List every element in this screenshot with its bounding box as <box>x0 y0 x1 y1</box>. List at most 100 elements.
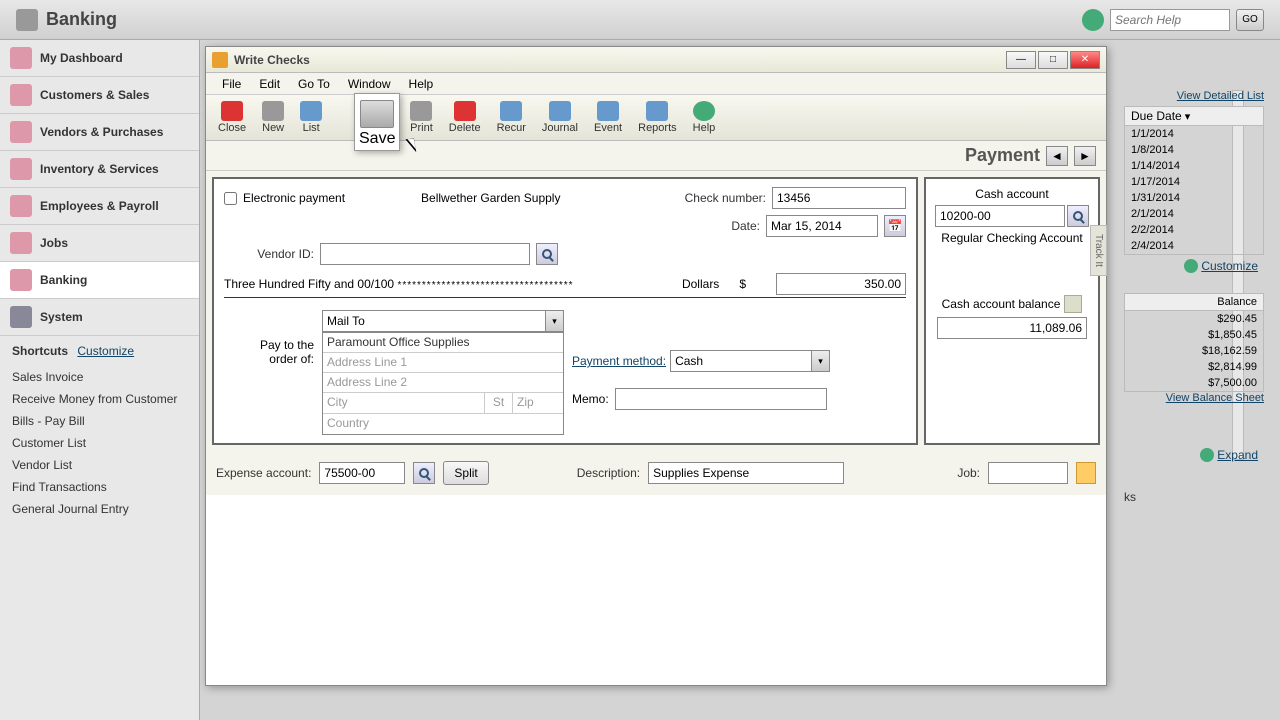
customize-shortcuts-link[interactable]: Customize <box>77 344 134 358</box>
maximize-button[interactable]: □ <box>1038 51 1068 69</box>
tool-recur[interactable]: Recur <box>489 99 534 136</box>
nav-banking[interactable]: Banking <box>0 262 199 299</box>
job-input[interactable] <box>988 462 1068 484</box>
payment-method-label[interactable]: Payment method: <box>572 354 666 368</box>
nav-customers[interactable]: Customers & Sales <box>0 77 199 114</box>
new-icon <box>262 101 284 121</box>
tool-print[interactable]: Print <box>402 99 441 136</box>
tool-new[interactable]: New <box>254 99 292 136</box>
payto-block: Pay to the order of: Mail To Paramount O… <box>224 310 906 435</box>
address1-input[interactable]: Address Line 1 <box>323 353 563 373</box>
track-it-tab[interactable]: Track It <box>1090 225 1107 276</box>
view-detailed-link[interactable]: View Detailed List <box>1124 90 1264 102</box>
nav-vendors[interactable]: Vendors & Purchases <box>0 114 199 151</box>
view-balance-sheet-link[interactable]: View Balance Sheet <box>1124 392 1264 404</box>
save-button[interactable]: Save <box>354 93 400 151</box>
nav-inventory[interactable]: Inventory & Services <box>0 151 199 188</box>
split-button[interactable]: Split <box>443 461 488 485</box>
memo-input[interactable] <box>615 388 827 410</box>
electronic-payment-checkbox[interactable] <box>224 192 237 205</box>
nav-jobs[interactable]: Jobs <box>0 225 199 262</box>
dialog-title: Write Checks <box>234 53 310 67</box>
date-item[interactable]: 1/14/2014 <box>1124 158 1264 174</box>
due-date-header[interactable]: Due Date ▾ <box>1124 106 1264 126</box>
prev-payment-button[interactable]: ◄ <box>1046 146 1068 166</box>
cash-account-lookup[interactable] <box>1067 205 1089 227</box>
nav-dashboard[interactable]: My Dashboard <box>0 40 199 77</box>
shortcut-receive-money[interactable]: Receive Money from Customer <box>0 388 199 410</box>
date-input[interactable] <box>766 215 878 237</box>
vendor-lookup-button[interactable] <box>536 243 558 265</box>
payment-method-select[interactable]: Cash <box>670 350 830 372</box>
date-item[interactable]: 1/8/2014 <box>1124 142 1264 158</box>
minimize-button[interactable]: — <box>1006 51 1036 69</box>
tool-reports[interactable]: Reports <box>630 99 685 136</box>
search-help-input[interactable] <box>1110 9 1230 31</box>
right-panel: View Detailed List Due Date ▾ 1/1/2014 1… <box>1124 90 1264 504</box>
menu-file[interactable]: File <box>214 75 249 93</box>
shortcuts-header: Shortcuts Customize <box>0 336 199 366</box>
cash-account-name: Regular Checking Account <box>932 231 1092 245</box>
shortcut-journal-entry[interactable]: General Journal Entry <box>0 498 199 520</box>
check-number-input[interactable] <box>772 187 906 209</box>
description-input[interactable] <box>648 462 844 484</box>
next-payment-button[interactable]: ► <box>1074 146 1096 166</box>
balance-icon[interactable] <box>1064 295 1082 313</box>
date-item[interactable]: 1/31/2014 <box>1124 190 1264 206</box>
tool-close[interactable]: Close <box>210 99 254 136</box>
date-item[interactable]: 2/4/2014 <box>1124 238 1264 254</box>
menu-bar: File Edit Go To Window Help <box>206 73 1106 95</box>
shortcut-sales-invoice[interactable]: Sales Invoice <box>0 366 199 388</box>
balance-item: $290.45 <box>1124 311 1264 327</box>
state-input[interactable]: St <box>485 393 513 413</box>
go-button[interactable]: GO <box>1236 9 1264 31</box>
payee-input[interactable]: Paramount Office Supplies <box>323 333 563 353</box>
chevron-down-icon <box>545 311 563 331</box>
cash-account-input[interactable] <box>935 205 1065 227</box>
shortcut-bills[interactable]: Bills - Pay Bill <box>0 410 199 432</box>
tool-journal[interactable]: Journal <box>534 99 586 136</box>
tool-delete[interactable]: Delete <box>441 99 489 136</box>
zip-input[interactable]: Zip <box>513 393 563 413</box>
payto-label: Pay to the order of: <box>224 310 314 435</box>
search-help: GO <box>1082 9 1264 31</box>
jobs-icon <box>10 232 32 254</box>
menu-help[interactable]: Help <box>401 75 442 93</box>
shortcut-find-transactions[interactable]: Find Transactions <box>0 476 199 498</box>
print-icon <box>410 101 432 121</box>
tool-help[interactable]: Help <box>685 99 724 136</box>
shortcut-customer-list[interactable]: Customer List <box>0 432 199 454</box>
date-item[interactable]: 1/1/2014 <box>1124 126 1264 142</box>
menu-window[interactable]: Window <box>340 75 399 93</box>
system-icon <box>10 306 32 328</box>
expense-lookup[interactable] <box>413 462 435 484</box>
customize-link[interactable]: Customize <box>1124 255 1264 277</box>
reports-icon <box>646 101 668 121</box>
mailto-select[interactable]: Mail To <box>322 310 564 332</box>
menu-goto[interactable]: Go To <box>290 75 338 93</box>
country-input[interactable]: Country <box>323 414 563 434</box>
balance-header[interactable]: Balance <box>1124 293 1264 311</box>
job-lookup[interactable] <box>1076 462 1096 484</box>
nav-employees[interactable]: Employees & Payroll <box>0 188 199 225</box>
close-window-button[interactable]: ✕ <box>1070 51 1100 69</box>
nav-system[interactable]: System <box>0 299 199 336</box>
tool-event[interactable]: Event <box>586 99 630 136</box>
city-input[interactable]: City <box>323 393 485 413</box>
expand-link[interactable]: Expand <box>1124 444 1264 466</box>
search-icon <box>542 249 552 259</box>
vendor-id-input[interactable] <box>320 243 530 265</box>
date-item[interactable]: 2/2/2014 <box>1124 222 1264 238</box>
calendar-button[interactable]: 📅 <box>884 215 906 237</box>
date-item[interactable]: 1/17/2014 <box>1124 174 1264 190</box>
tool-list[interactable]: List <box>292 99 330 136</box>
date-item[interactable]: 2/1/2014 <box>1124 206 1264 222</box>
shortcut-vendor-list[interactable]: Vendor List <box>0 454 199 476</box>
expense-input[interactable] <box>319 462 405 484</box>
amount-input[interactable] <box>776 273 906 295</box>
bottom-row: Expense account: Split Description: Job: <box>206 451 1106 495</box>
company-name: Bellwether Garden Supply <box>421 191 560 205</box>
address2-input[interactable]: Address Line 2 <box>323 373 563 393</box>
menu-edit[interactable]: Edit <box>251 75 288 93</box>
dialog-title-bar[interactable]: Write Checks — □ ✕ <box>206 47 1106 73</box>
